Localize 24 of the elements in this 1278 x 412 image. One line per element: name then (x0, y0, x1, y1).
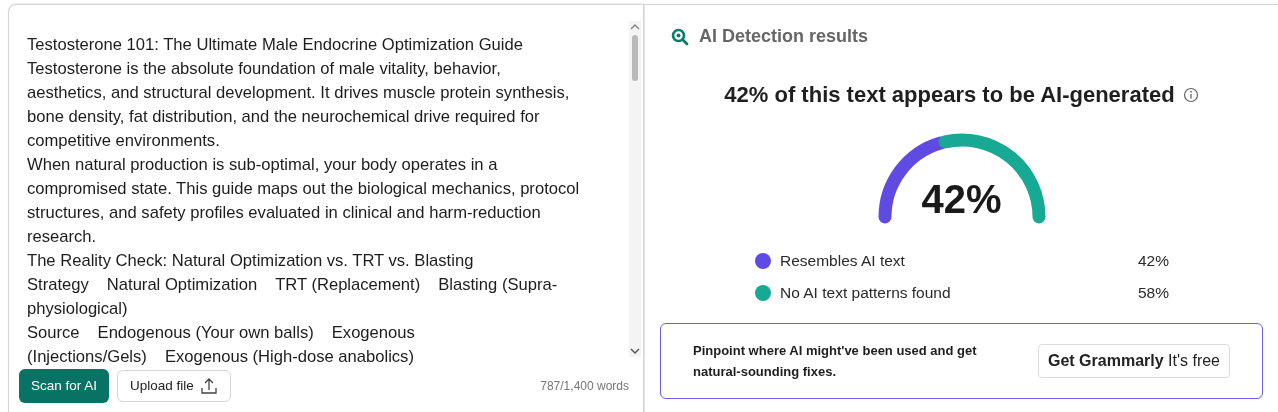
upload-button[interactable]: Upload file (117, 370, 231, 403)
search-icon (671, 27, 689, 46)
info-icon[interactable] (1182, 86, 1199, 103)
gauge-reading: 42% (920, 176, 1003, 223)
promo-text: Pinpoint where AI might've been used and get natural-sounding fixes. (693, 342, 978, 381)
legend-value: 58% (1137, 283, 1169, 304)
result-headline: 42% of this text appears to be AI-generated (724, 81, 1175, 109)
get-grammarly-button[interactable]: Get Grammarly It's free (1038, 344, 1230, 378)
legend-label: Resembles AI text (780, 251, 905, 272)
paragraph: When natural production is sub-optimal, your body operates in a compromised state. This guide maps out the biological mechanics, protocol structures, and safety profiles evaluated in clinical and harm-reduction research. (27, 154, 581, 248)
paragraph: Testosterone is the absolute foundation of male vitality, behavior, aesthetics, and structural development. It drives muscle protein synthesis, bone density, fat distribution, and the neurochemical drive required for competitive environments. (27, 58, 571, 152)
scroll-down-icon[interactable] (630, 347, 640, 355)
legend-label: No AI text patterns found (780, 283, 951, 304)
scroll-up-icon[interactable] (630, 23, 640, 31)
table-row-text: Strategy Natural Optimization TRT (Replacement) Blasting (Supra-physiological) (27, 274, 559, 320)
upload-icon (199, 377, 218, 396)
legend-value: 42% (1137, 251, 1169, 272)
paragraph: The Reality Check: Natural Optimization vs. TRT vs. Blasting (27, 250, 475, 272)
table-row-text: Source Endogenous (Your own balls) Exogenous (Injections/Gels) Exogenous (High-dose anabolics) (27, 322, 416, 368)
word-count: 787/1,400 words (540, 378, 629, 396)
panel-title: AI Detection results (699, 25, 869, 48)
document-title: Testosterone 101: The Ultimate Male Endocrine Optimization Guide (27, 34, 524, 56)
scan-button[interactable]: Scan for AI (19, 369, 110, 404)
scrollbar[interactable] (629, 21, 641, 357)
